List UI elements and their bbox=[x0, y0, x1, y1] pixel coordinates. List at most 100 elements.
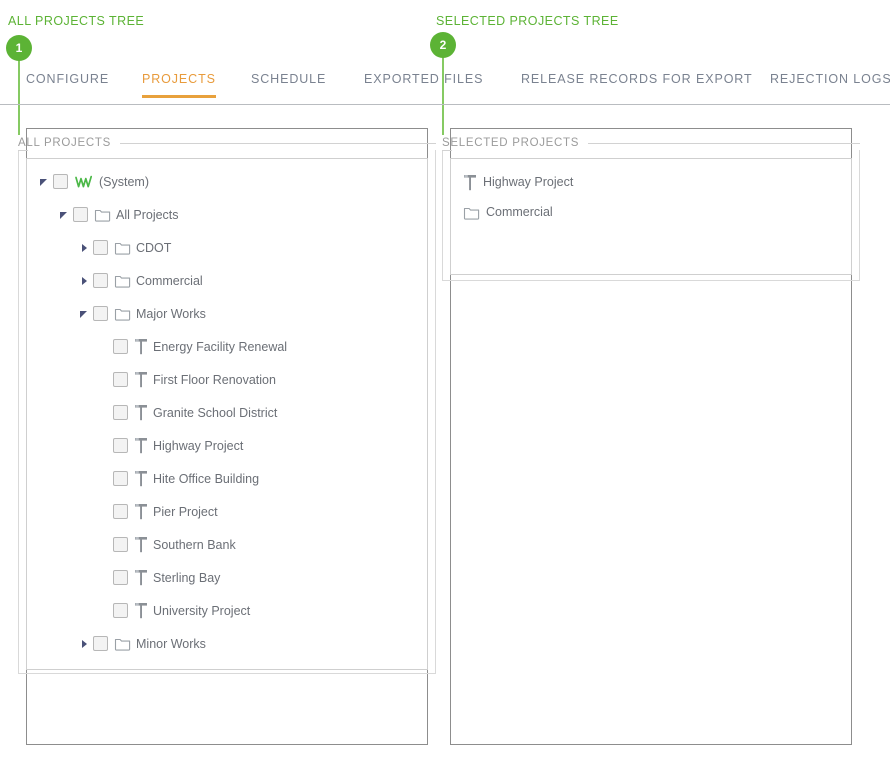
system-logo-icon bbox=[74, 174, 94, 190]
tab-projects[interactable]: PROJECTS bbox=[142, 72, 216, 96]
tree-node-label: Minor Works bbox=[131, 637, 206, 651]
tree-node-label: Highway Project bbox=[148, 439, 243, 453]
tree-node[interactable]: University Project bbox=[27, 594, 427, 627]
tree-node-spacer bbox=[97, 537, 113, 553]
tree-node-label: Pier Project bbox=[148, 505, 218, 519]
selected-project-item[interactable]: Commercial bbox=[451, 197, 851, 227]
tree-node-checkbox[interactable] bbox=[113, 438, 128, 453]
tree-node-spacer bbox=[97, 504, 113, 520]
tree-expander-icon[interactable] bbox=[57, 207, 73, 223]
folder-icon bbox=[114, 273, 131, 288]
selected-project-item[interactable]: Highway Project bbox=[451, 167, 851, 197]
tree-node-spacer bbox=[97, 405, 113, 421]
tree-node[interactable]: Granite School District bbox=[27, 396, 427, 429]
tree-expander-icon[interactable] bbox=[77, 636, 93, 652]
tree-node-checkbox[interactable] bbox=[113, 339, 128, 354]
tree-node-spacer bbox=[97, 603, 113, 619]
tree-node[interactable]: Major Works bbox=[27, 297, 427, 330]
tree-node[interactable]: Hite Office Building bbox=[27, 462, 427, 495]
tree-node-checkbox[interactable] bbox=[73, 207, 88, 222]
tab-rejection-logs[interactable]: REJECTION LOGS bbox=[770, 72, 890, 96]
tab-release-records-for-export[interactable]: RELEASE RECORDS FOR EXPORT bbox=[521, 72, 753, 96]
tree-node-spacer bbox=[97, 372, 113, 388]
folder-icon bbox=[114, 636, 131, 651]
tree-node-label: First Floor Renovation bbox=[148, 373, 276, 387]
tree-node-checkbox[interactable] bbox=[93, 306, 108, 321]
selected-projects-legend-rule bbox=[588, 143, 860, 144]
all-projects-legend-rule bbox=[120, 143, 436, 144]
tree-node-spacer bbox=[97, 570, 113, 586]
folder-icon bbox=[463, 205, 480, 220]
tree-node-label: Southern Bank bbox=[148, 538, 236, 552]
tree-node[interactable]: Sterling Bay bbox=[27, 561, 427, 594]
tree-node-checkbox[interactable] bbox=[113, 504, 128, 519]
tree-node[interactable]: Minor Works bbox=[27, 627, 427, 660]
tree-node[interactable]: All Projects bbox=[27, 198, 427, 231]
tree-node[interactable]: CDOT bbox=[27, 231, 427, 264]
tree-node-checkbox[interactable] bbox=[93, 240, 108, 255]
tree-node-checkbox[interactable] bbox=[93, 669, 108, 670]
crane-icon bbox=[134, 470, 148, 487]
all-projects-legend: ALL PROJECTS bbox=[18, 137, 120, 149]
annotation-label-1: ALL PROJECTS TREE bbox=[8, 14, 144, 28]
crane-icon bbox=[134, 404, 148, 421]
tree-node[interactable]: Highway Project bbox=[27, 429, 427, 462]
annotation-badge-1: 1 bbox=[6, 35, 32, 61]
crane-icon bbox=[134, 602, 148, 619]
tree-node[interactable]: Commercial bbox=[27, 264, 427, 297]
tree-node-checkbox[interactable] bbox=[113, 537, 128, 552]
tree-node[interactable]: First Floor Renovation bbox=[27, 363, 427, 396]
selected-projects-treebox[interactable]: Highway Project Commercial bbox=[450, 158, 852, 275]
all-projects-treebox[interactable]: (System) All Projects CDOT Commercial Major … bbox=[26, 158, 428, 670]
tree-node-label: Hite Office Building bbox=[148, 472, 259, 486]
tree-expander-icon[interactable] bbox=[77, 273, 93, 289]
tree-node-label: Commercial bbox=[131, 274, 203, 288]
tree-node-label: Sterling Bay bbox=[148, 571, 220, 585]
tree-node[interactable]: Southern Bank bbox=[27, 528, 427, 561]
tree-node-label: Energy Facility Renewal bbox=[148, 340, 287, 354]
annotation-badge-2: 2 bbox=[430, 32, 456, 58]
selected-project-label: Highway Project bbox=[477, 175, 573, 189]
selected-projects-group-header: SELECTED PROJECTS bbox=[442, 136, 860, 150]
tree-node-checkbox[interactable] bbox=[113, 603, 128, 618]
tab-schedule[interactable]: SCHEDULE bbox=[251, 72, 326, 96]
tree-node-spacer bbox=[97, 438, 113, 454]
all-projects-group-header: ALL PROJECTS bbox=[18, 136, 436, 150]
crane-icon bbox=[463, 174, 477, 191]
selected-projects-legend: SELECTED PROJECTS bbox=[442, 137, 588, 149]
crane-icon bbox=[134, 371, 148, 388]
tree-node-label: CDOT bbox=[131, 241, 171, 255]
tree-expander-icon[interactable] bbox=[77, 306, 93, 322]
annotation-label-2: SELECTED PROJECTS TREE bbox=[436, 14, 619, 28]
tree-node[interactable]: ~Pier 70 Building 2 bbox=[27, 660, 427, 670]
tree-node-checkbox[interactable] bbox=[113, 471, 128, 486]
all-projects-tree: (System) All Projects CDOT Commercial Major … bbox=[27, 159, 427, 670]
crane-icon bbox=[134, 536, 148, 553]
crane-icon bbox=[134, 338, 148, 355]
tree-node[interactable]: (System) bbox=[27, 165, 427, 198]
tree-expander-icon[interactable] bbox=[37, 174, 53, 190]
tree-node[interactable]: Energy Facility Renewal bbox=[27, 330, 427, 363]
tree-node-spacer bbox=[77, 669, 93, 671]
crane-icon bbox=[114, 668, 128, 670]
tree-node-checkbox[interactable] bbox=[93, 273, 108, 288]
tree-node-label: Granite School District bbox=[148, 406, 277, 420]
tree-node-label: All Projects bbox=[111, 208, 179, 222]
tab-configure[interactable]: CONFIGURE bbox=[26, 72, 109, 96]
tab-exported-files[interactable]: EXPORTED FILES bbox=[364, 72, 483, 96]
tree-node[interactable]: Pier Project bbox=[27, 495, 427, 528]
tree-node-checkbox[interactable] bbox=[113, 570, 128, 585]
tree-expander-icon[interactable] bbox=[77, 240, 93, 256]
selected-projects-list: Highway Project Commercial bbox=[451, 159, 851, 227]
tree-node-spacer bbox=[97, 339, 113, 355]
tree-node-checkbox[interactable] bbox=[113, 372, 128, 387]
crane-icon bbox=[134, 503, 148, 520]
tree-node-spacer bbox=[97, 471, 113, 487]
tree-node-checkbox[interactable] bbox=[93, 636, 108, 651]
tree-node-label: (System) bbox=[94, 175, 149, 189]
crane-icon bbox=[134, 569, 148, 586]
folder-icon bbox=[94, 207, 111, 222]
tree-node-checkbox[interactable] bbox=[53, 174, 68, 189]
tab-bar: CONFIGURE PROJECTS SCHEDULE EXPORTED FIL… bbox=[0, 72, 890, 105]
tree-node-checkbox[interactable] bbox=[113, 405, 128, 420]
